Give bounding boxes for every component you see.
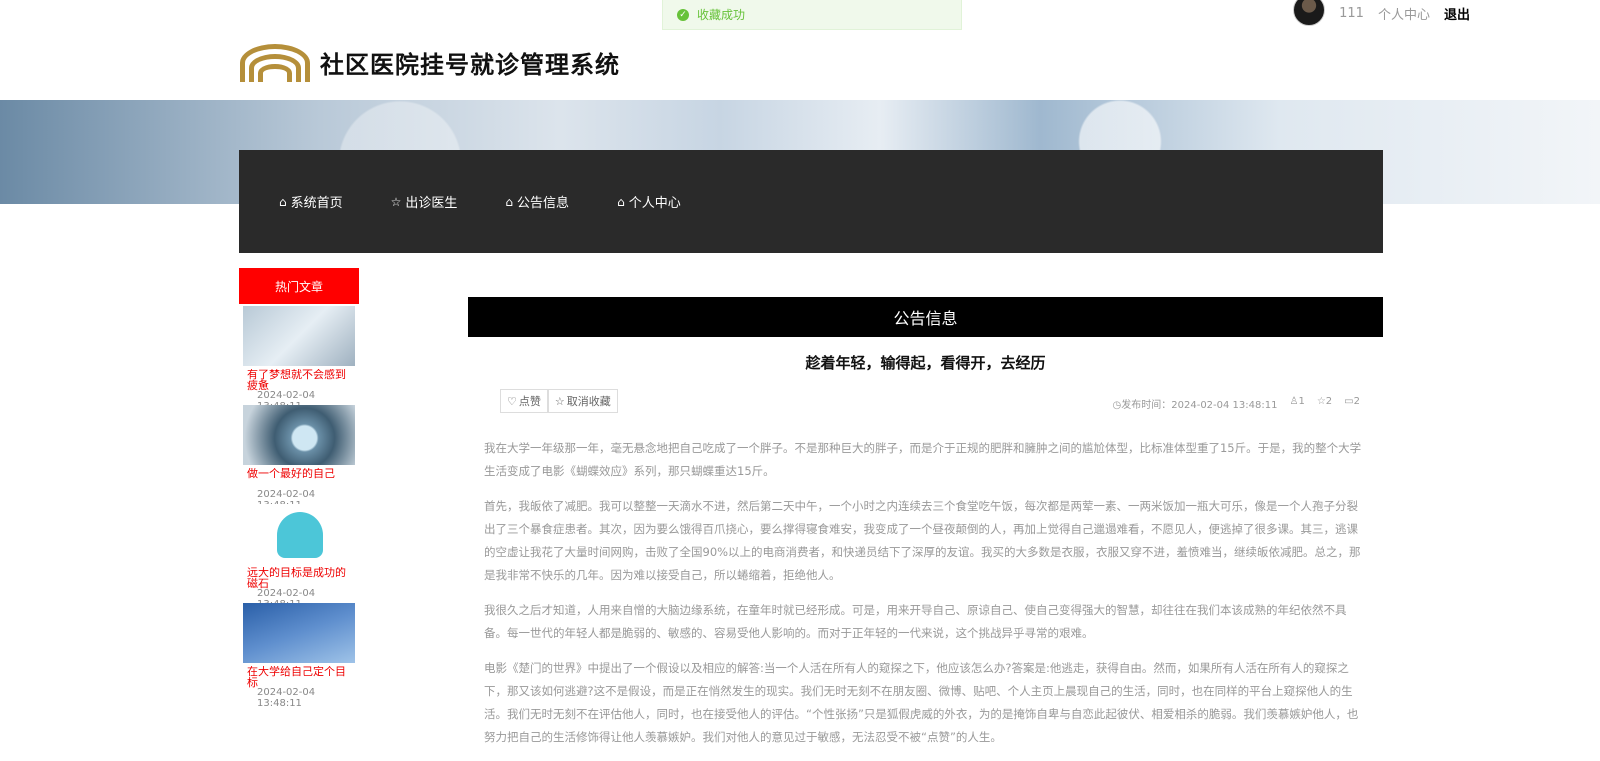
star-icon: ☆	[554, 394, 565, 408]
like-button[interactable]: ♡ 点赞	[500, 389, 548, 413]
paragraph: 电影《楚门的世界》中提出了一个假设以及相应的解答:当一个人活在所有人的窥探之下，…	[484, 661, 1359, 744]
article-title[interactable]: 有了梦想就不会感到疲惫	[243, 369, 355, 391]
star-icon: ☆	[1316, 396, 1326, 407]
main-nav: ⌂ 系统首页 ☆ 出诊医生 ⌂ 公告信息 ⌂ 个人中心	[239, 150, 1383, 253]
like-label: 点赞	[518, 395, 541, 408]
article-actions: ♡ 点赞 ☆ 取消收藏	[500, 389, 618, 413]
avatar[interactable]	[1293, 0, 1326, 26]
article-body: 我在大学一年级那一年，毫无悬念地把自己吃成了一个胖子。不是那种巨大的胖子，而是介…	[484, 437, 1364, 761]
nav-item-profile[interactable]: ⌂ 个人中心	[617, 192, 681, 212]
article-thumbnail[interactable]	[243, 306, 355, 366]
paragraph: 我很久之后才知道，人用来自憎的大脑边缘系统，在童年时就已经形成。可是，用来开导自…	[484, 603, 1347, 640]
article-thumbnail[interactable]	[243, 504, 355, 564]
comment-count: ▭2	[1344, 396, 1360, 411]
user-bar: 111 个人中心 退出	[1293, 0, 1470, 26]
bag-icon: ⌂	[505, 194, 514, 209]
success-toast: ✓ 收藏成功	[662, 0, 962, 30]
toast-text: 收藏成功	[697, 8, 746, 22]
star-icon: ☆	[390, 194, 402, 209]
nav-label: 个人中心	[628, 196, 681, 211]
nav-label: 系统首页	[290, 196, 343, 211]
article-date: 2024-02-04 13:48:11	[257, 687, 316, 709]
logo-icon	[240, 42, 310, 82]
favorite-count: ☆2	[1317, 396, 1332, 411]
paragraph: 首先，我皈依了减肥。我可以整整一天滴水不进，然后第二天中午，一个小时之内连续去三…	[484, 499, 1361, 582]
section-title: 公告信息	[468, 297, 1383, 337]
article-meta: ◷发布时间：2024-02-04 13:48:11 ♙1 ☆2 ▭2	[1113, 396, 1360, 411]
username: 111	[1339, 5, 1364, 21]
article-thumbnail[interactable]	[243, 603, 355, 663]
unfavorite-label: 取消收藏	[566, 395, 611, 408]
article-heading: 趁着年轻，输得起，看得开，去经历	[805, 354, 1046, 372]
home-icon: ⌂	[617, 194, 625, 209]
check-circle-icon: ✓	[677, 8, 689, 21]
site-title: 社区医院挂号就诊管理系统	[320, 50, 620, 79]
publish-time-text: 发布时间：2024-02-04 13:48:11	[1121, 400, 1278, 411]
article-thumbnail[interactable]	[243, 405, 355, 465]
paragraph: 我在大学一年级那一年，毫无悬念地把自己吃成了一个胖子。不是那种巨大的胖子，而是介…	[484, 441, 1362, 478]
like-count-text: 1	[1298, 396, 1305, 407]
clock-icon: ◷	[1112, 400, 1122, 411]
heart-icon: ♡	[507, 394, 517, 408]
article-title[interactable]: 远大的目标是成功的磁石	[243, 567, 355, 589]
publish-time: ◷发布时间：2024-02-04 13:48:11	[1113, 396, 1278, 411]
site-logo[interactable]: 社区医院挂号就诊管理系统	[240, 42, 620, 82]
nav-label: 出诊医生	[405, 196, 458, 211]
article-title[interactable]: 在大学给自己定个目标	[243, 666, 355, 688]
unfavorite-button[interactable]: ☆ 取消收藏	[547, 389, 618, 413]
logout-link[interactable]: 退出	[1444, 4, 1470, 23]
list-item[interactable]: 做一个最好的自己 2024-02-04 13:48:11	[243, 405, 355, 511]
list-item[interactable]: 在大学给自己定个目标 2024-02-04 13:48:11	[243, 603, 355, 709]
favorite-count-text: 2	[1325, 396, 1333, 407]
home-icon: ⌂	[279, 194, 287, 209]
nav-item-notices[interactable]: ⌂ 公告信息	[505, 192, 570, 212]
hot-articles-heading: 热门文章	[239, 268, 359, 304]
hot-articles-list: 有了梦想就不会感到疲惫 2024-02-04 13:48:11 做一个最好的自己…	[243, 306, 355, 709]
comment-icon: ▭	[1344, 396, 1354, 407]
like-count: ♙1	[1289, 396, 1304, 411]
nav-item-doctors[interactable]: ☆ 出诊医生	[390, 192, 458, 212]
comment-count-text: 2	[1353, 396, 1360, 407]
nav-item-home[interactable]: ⌂ 系统首页	[279, 192, 343, 212]
list-item[interactable]: 有了梦想就不会感到疲惫 2024-02-04 13:48:11	[243, 306, 355, 412]
article-title[interactable]: 做一个最好的自己	[243, 468, 355, 490]
personal-center-link[interactable]: 个人中心	[1378, 4, 1430, 23]
nav-label: 公告信息	[517, 196, 570, 211]
list-item[interactable]: 远大的目标是成功的磁石 2024-02-04 13:48:11	[243, 504, 355, 610]
